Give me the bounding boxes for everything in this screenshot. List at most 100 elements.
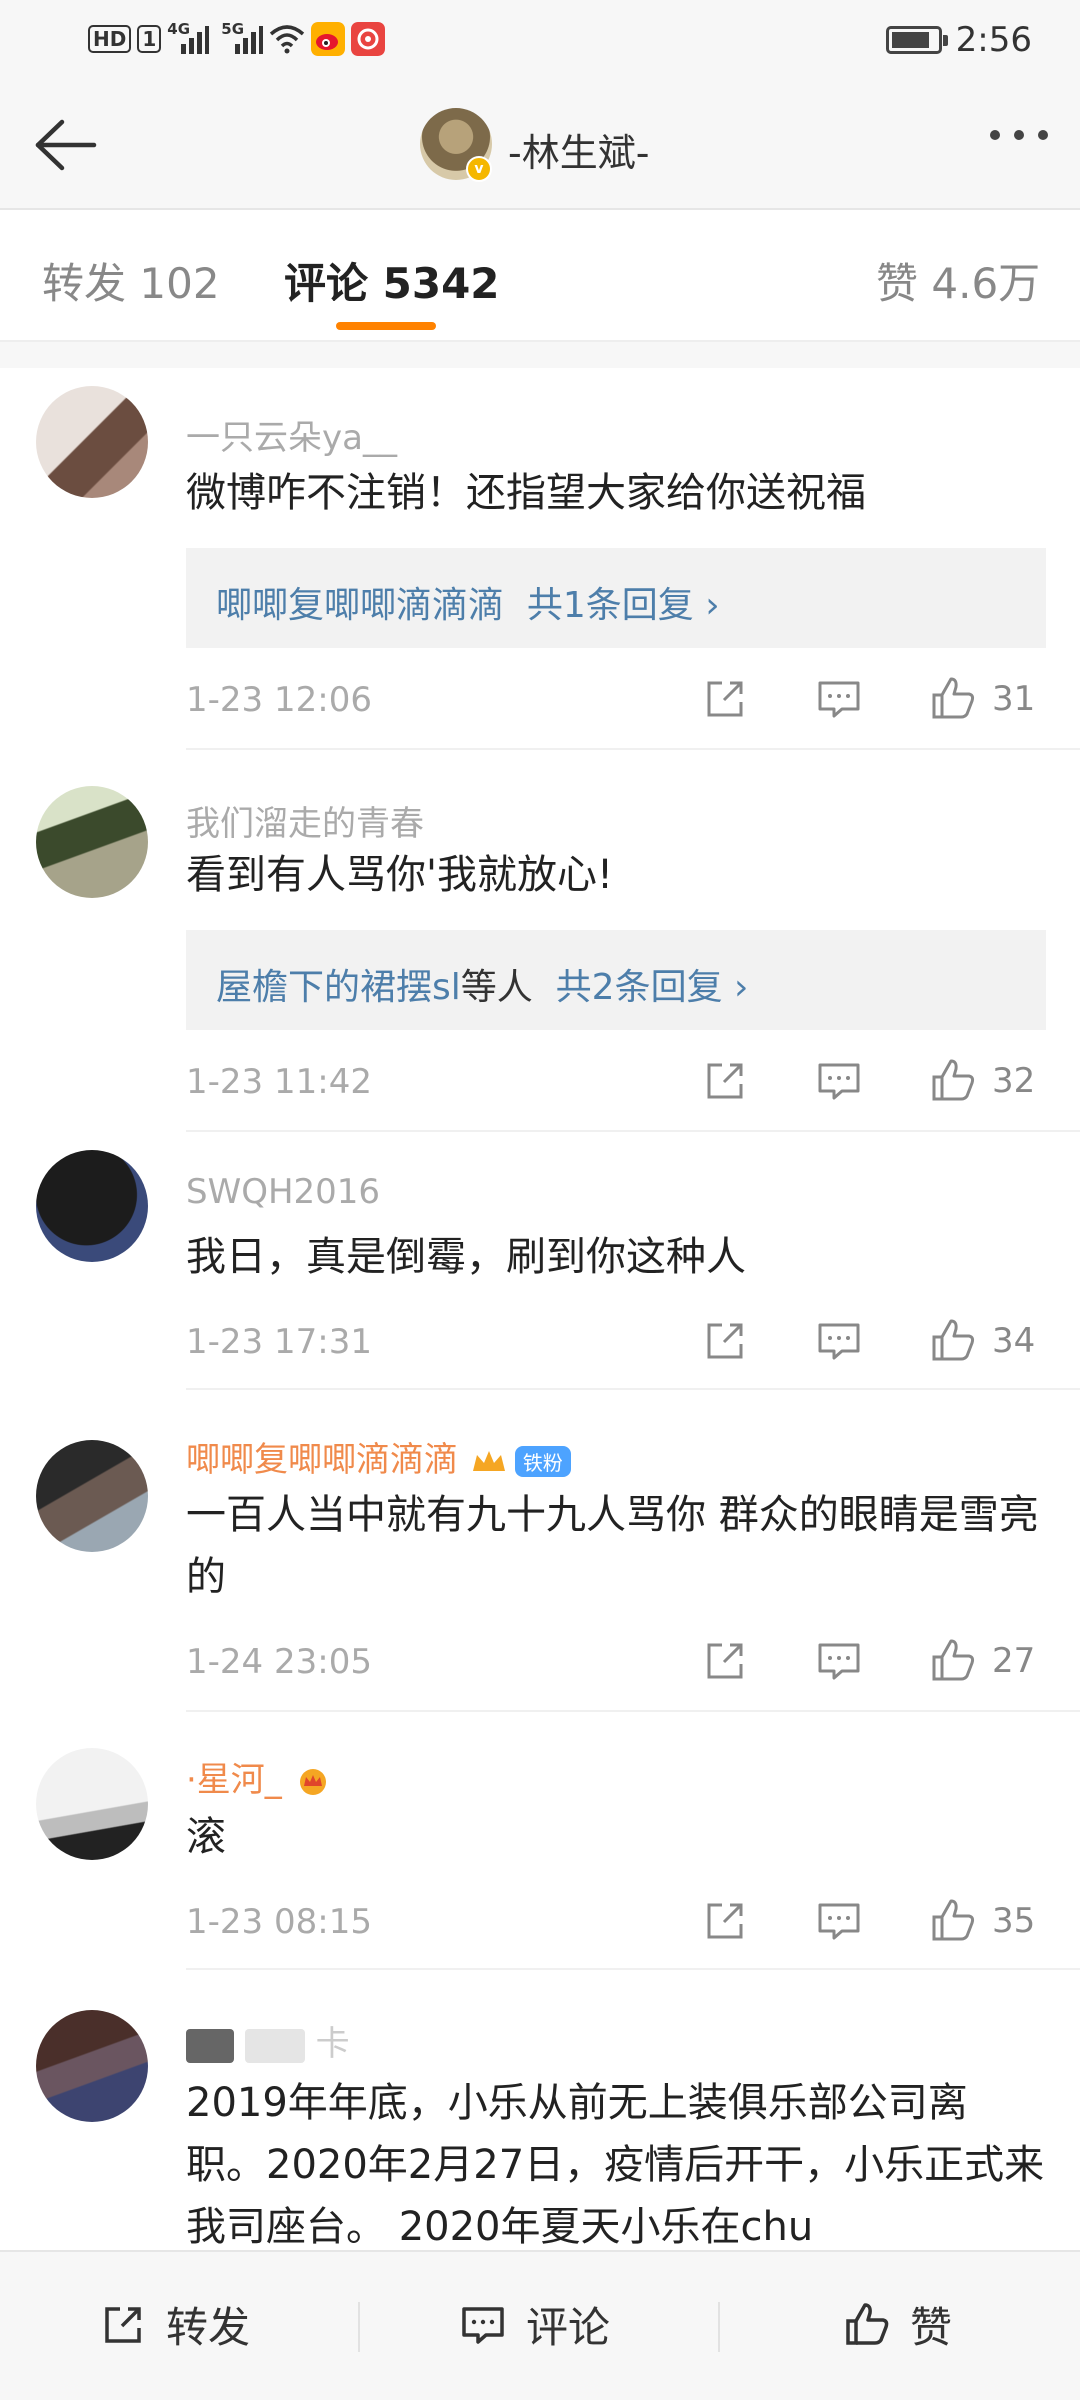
username-text: 卡: [315, 2024, 350, 2064]
comment-username[interactable]: 唧唧复唧唧滴滴滴 铁粉: [186, 1432, 571, 1481]
divider: [358, 2302, 360, 2352]
reply-names: 屋檐下的裙摆sl: [216, 967, 461, 1008]
comment-item[interactable]: 我们溜走的青春 看到有人骂你'我就放心! 屋檐下的裙摆sl等人 共2条回复 › …: [0, 750, 1080, 1132]
comment-icon[interactable]: [814, 674, 864, 724]
network-type-label: 4G: [167, 20, 191, 38]
share-icon[interactable]: [700, 1636, 750, 1686]
tab-comment[interactable]: 评论 5342: [284, 250, 500, 311]
comment-actions: 34: [700, 1316, 1035, 1366]
vip-crown-icon: [472, 1450, 505, 1471]
comment-username[interactable]: 一只云朵ya__: [186, 410, 397, 459]
comment-time: 1-23 08:15: [186, 1902, 372, 1942]
tab-repost[interactable]: 转发 102: [42, 250, 220, 311]
share-icon[interactable]: [700, 1316, 750, 1366]
avatar[interactable]: [36, 2010, 148, 2122]
repost-button[interactable]: 转发: [98, 2294, 250, 2355]
page-title[interactable]: -林生斌-: [508, 122, 649, 177]
comment-item[interactable]: 一只云朵ya__ 微博咋不注销！还指望大家给你送祝福 唧唧复唧唧滴滴滴 共1条回…: [0, 368, 1080, 750]
reply-others: 等人: [460, 967, 533, 1008]
reply-count-link: 共2条回复 ›: [555, 967, 749, 1008]
active-tab-indicator: [336, 322, 436, 330]
sim-badge: 1: [137, 25, 162, 53]
comment-item[interactable]: ·星河_ 滚 1-23 08:15 35: [0, 1712, 1080, 1970]
repost-label: 转发: [166, 2303, 251, 2352]
like-count: 31: [992, 679, 1036, 719]
comment-username[interactable]: 卡: [186, 2016, 350, 2065]
tab-like[interactable]: 赞 4.6万: [876, 250, 1040, 311]
network-type-label-2: 5G: [221, 20, 245, 38]
comment-actions: 31: [700, 674, 1035, 724]
comment-text: 滚: [186, 1814, 226, 1860]
app-notification-icon: [351, 22, 386, 56]
comment-text: 我日，真是倒霉，刷到你这种人: [186, 1234, 746, 1280]
comment-item[interactable]: 唧唧复唧唧滴滴滴 铁粉 一百人当中就有九十九人骂你 群众的眼睛是雪亮的 1-24…: [0, 1390, 1080, 1712]
comment-actions: 27: [700, 1636, 1035, 1686]
comment-actions: 35: [700, 1896, 1035, 1946]
clock: 2:56: [955, 20, 1032, 60]
hd-badge: HD: [88, 25, 132, 53]
comment-icon[interactable]: [814, 1896, 864, 1946]
weibo-app-icon: [311, 22, 346, 56]
tab-repost-count: 102: [139, 259, 220, 308]
bottom-action-bar: 转发 评论 赞: [0, 2250, 1080, 2400]
comment-actions: 32: [700, 1056, 1035, 1106]
avatar[interactable]: [36, 786, 148, 898]
like-count: 32: [992, 1061, 1036, 1101]
comment-text: 2019年年底，小乐从前无上装俱乐部公司离职。2020年2月27日，疫情后开干，…: [186, 2080, 1045, 2250]
like-icon[interactable]: [928, 1636, 978, 1686]
username-text: 唧唧复唧唧滴滴滴: [186, 1440, 458, 1480]
like-button[interactable]: 赞: [842, 2294, 952, 2355]
like-label: 赞: [910, 2303, 953, 2352]
username-redacted-block: [244, 2028, 305, 2063]
comment-time: 1-23 17:31: [186, 1322, 372, 1362]
back-arrow-icon[interactable]: [28, 110, 98, 180]
comment-item[interactable]: SWQH2016 我日，真是倒霉，刷到你这种人 1-23 17:31 34: [0, 1132, 1080, 1390]
avatar[interactable]: [36, 1150, 148, 1262]
comment-icon[interactable]: [814, 1316, 864, 1366]
wifi-icon: [270, 25, 305, 54]
like-icon[interactable]: [928, 1056, 978, 1106]
status-icons-left: HD 1 4G 5G: [88, 20, 386, 56]
divider: [718, 2302, 720, 2352]
comment-username[interactable]: SWQH2016: [186, 1172, 380, 1212]
fan-badge: 铁粉: [514, 1446, 571, 1477]
more-dots-icon[interactable]: [990, 130, 1048, 140]
tab-repost-label: 转发: [42, 259, 127, 308]
tab-like-count: 4.6万: [931, 259, 1041, 308]
avatar[interactable]: [36, 1748, 148, 1860]
comment-text: 看到有人骂你'我就放心!: [186, 852, 614, 898]
share-icon[interactable]: [700, 674, 750, 724]
username-redacted-block: [186, 2028, 234, 2063]
verified-badge-icon: v: [466, 156, 492, 182]
status-bar: HD 1 4G 5G 2:56: [0, 0, 1080, 80]
share-icon[interactable]: [700, 1896, 750, 1946]
like-count: 34: [992, 1321, 1036, 1361]
share-icon[interactable]: [700, 1056, 750, 1106]
like-icon[interactable]: [928, 674, 978, 724]
comment-label: 评论: [526, 2303, 611, 2352]
comment-item[interactable]: 卡 2019年年底，小乐从前无上装俱乐部公司离职。2020年2月27日，疫情后开…: [0, 1970, 1080, 2250]
comment-icon[interactable]: [814, 1056, 864, 1106]
comment-icon[interactable]: [814, 1636, 864, 1686]
avatar[interactable]: [36, 1440, 148, 1552]
like-icon: [846, 2302, 889, 2345]
comment-username[interactable]: 我们溜走的青春: [186, 796, 424, 845]
comment-text: 微博咋不注销！还指望大家给你送祝福: [186, 470, 866, 516]
status-icons-right: 2:56: [885, 20, 1032, 60]
comment-text: 一百人当中就有九十九人骂你 群众的眼睛是雪亮的: [186, 1492, 1039, 1600]
reply-names: 唧唧复唧唧滴滴滴: [216, 585, 505, 626]
reply-preview[interactable]: 屋檐下的裙摆sl等人 共2条回复 ›: [186, 930, 1046, 1030]
reply-preview[interactable]: 唧唧复唧唧滴滴滴 共1条回复 ›: [186, 548, 1046, 648]
username-text: ·星河_: [186, 1760, 282, 1800]
avatar[interactable]: [36, 386, 148, 498]
section-gap: [0, 342, 1080, 368]
like-icon[interactable]: [928, 1316, 978, 1366]
like-icon[interactable]: [928, 1896, 978, 1946]
cell-signal-icon-2: 5G: [221, 20, 264, 54]
tab-bar: 转发 102 评论 5342 赞 4.6万: [0, 210, 1080, 342]
reply-preview-text: 唧唧复唧唧滴滴滴 共1条回复 ›: [216, 576, 720, 628]
like-count: 35: [992, 1901, 1036, 1941]
comment-username[interactable]: ·星河_: [186, 1752, 333, 1801]
reply-preview-text: 屋檐下的裙摆sl等人 共2条回复 ›: [216, 958, 748, 1010]
comment-button[interactable]: 评论: [458, 2294, 610, 2355]
